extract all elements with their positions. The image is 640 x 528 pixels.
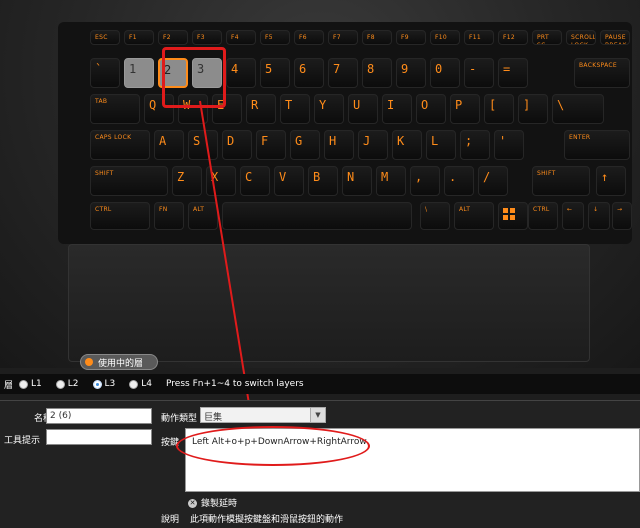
active-dot-icon bbox=[85, 358, 93, 366]
layer-l3[interactable]: L3 bbox=[92, 379, 116, 389]
close-circle-icon[interactable]: ✕ bbox=[188, 499, 197, 508]
record-delay-label: 錄製延時 bbox=[201, 499, 238, 509]
layer-hint: Press Fn+1~4 to switch layers bbox=[166, 379, 304, 389]
layer-l4[interactable]: L4 bbox=[129, 379, 152, 389]
action-type-value: 巨集 bbox=[204, 413, 223, 423]
radio-icon[interactable] bbox=[19, 379, 29, 389]
desc-label: 說明 bbox=[161, 515, 180, 525]
layer-l2-label: L2 bbox=[67, 379, 79, 389]
layer-l2[interactable]: L2 bbox=[55, 379, 79, 389]
radio-icon[interactable] bbox=[55, 379, 65, 389]
highlight-keys-value bbox=[176, 426, 370, 466]
action-type-label: 動作類型 bbox=[161, 414, 198, 424]
radio-icon[interactable] bbox=[129, 379, 139, 389]
tooltip-input[interactable] bbox=[46, 429, 152, 445]
name-input[interactable]: 2 (6) bbox=[46, 408, 152, 424]
layer-l4-label: L4 bbox=[141, 379, 153, 389]
active-layer-text: 使用中的層 bbox=[98, 358, 144, 369]
layer-l1[interactable]: L1 bbox=[19, 379, 42, 389]
tooltip-label: 工具提示 bbox=[4, 436, 41, 446]
layer-l1-label: L1 bbox=[31, 379, 42, 389]
active-layer-badge: 使用中的層 bbox=[80, 354, 158, 370]
layer-label: 層 bbox=[4, 380, 14, 391]
layer-bar: 層 L1 L2 L3 L4 Press Fn+1~4 to switch lay… bbox=[0, 374, 640, 394]
record-delay-option[interactable]: ✕ 錄製延時 bbox=[188, 496, 237, 509]
layer-l3-label: L3 bbox=[104, 379, 116, 389]
action-type-select[interactable]: 巨集 ▼ bbox=[200, 407, 326, 423]
radio-selected-icon[interactable] bbox=[92, 379, 102, 389]
desc-text: 此項動作模擬按鍵盤和滑鼠按鈕的動作 bbox=[190, 515, 344, 525]
chevron-down-icon[interactable]: ▼ bbox=[310, 408, 325, 422]
